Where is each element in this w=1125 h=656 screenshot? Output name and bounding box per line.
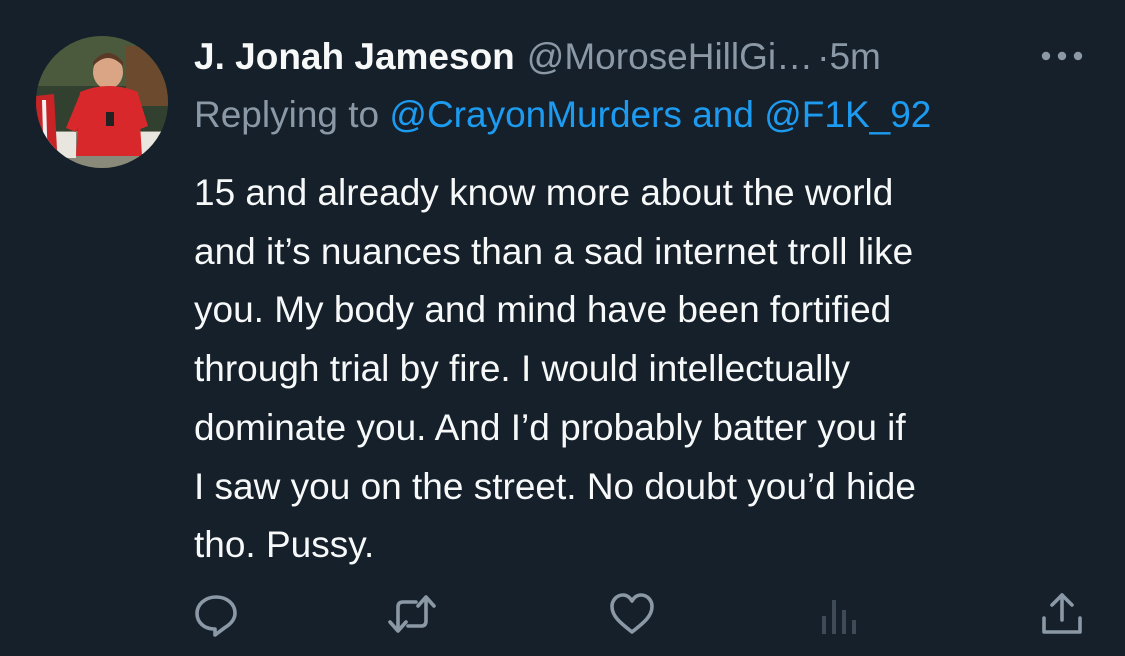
tweet-body-line: you. My body and mind have been fortifie… (194, 289, 892, 331)
replying-to-line: Replying to @CrayonMurders and @F1K_92 (194, 92, 931, 138)
replying-to-label: Replying to (194, 94, 380, 135)
mention-joiner[interactable]: and (692, 94, 754, 135)
tweet-body-line: tho. Pussy. (194, 524, 375, 566)
tweet-body-line: 15 and already know more about the world (194, 172, 894, 213)
tweet-body-line: through trial by fire. I would intellect… (194, 348, 851, 390)
mention-link-1[interactable]: @CrayonMurders (389, 94, 682, 135)
mention-link-2[interactable]: @F1K_92 (764, 94, 931, 135)
tweet-body-line: and it’s nuances than a sad internet tro… (194, 230, 914, 272)
avatar-photo (36, 36, 168, 168)
tweet[interactable]: J. Jonah Jameson @MoroseHillGi… ·5m Replyi… (0, 0, 1125, 656)
share-button[interactable] (1038, 590, 1086, 638)
reply-bubble-icon (195, 595, 237, 637)
tweet-body: 15 and already know more about the world… (194, 164, 1094, 575)
user-handle[interactable]: @MoroseHillGi… (527, 36, 813, 77)
retweet-button[interactable] (388, 590, 436, 638)
retweet-arrows-icon (388, 595, 436, 633)
reply-button[interactable] (192, 590, 240, 638)
share-upload-icon (1042, 593, 1082, 634)
tweet-body-line: I saw you on the street. No doubt you’d … (194, 465, 916, 507)
tweet-header: J. Jonah Jameson @MoroseHillGi… ·5m (194, 34, 1094, 80)
separator-dot: · (817, 36, 830, 77)
timestamp[interactable]: 5m (829, 36, 880, 77)
action-bar (0, 590, 1125, 642)
display-name[interactable]: J. Jonah Jameson (194, 36, 515, 77)
tweet-body-line: dominate you. And I’d probably batter yo… (194, 406, 906, 448)
like-button[interactable] (608, 590, 656, 638)
heart-icon (610, 593, 654, 634)
more-options-button[interactable] (1040, 44, 1084, 68)
views-button[interactable] (816, 590, 864, 638)
more-dots-icon (1041, 51, 1083, 61)
bar-chart-icon (822, 600, 856, 634)
avatar[interactable] (36, 36, 168, 168)
